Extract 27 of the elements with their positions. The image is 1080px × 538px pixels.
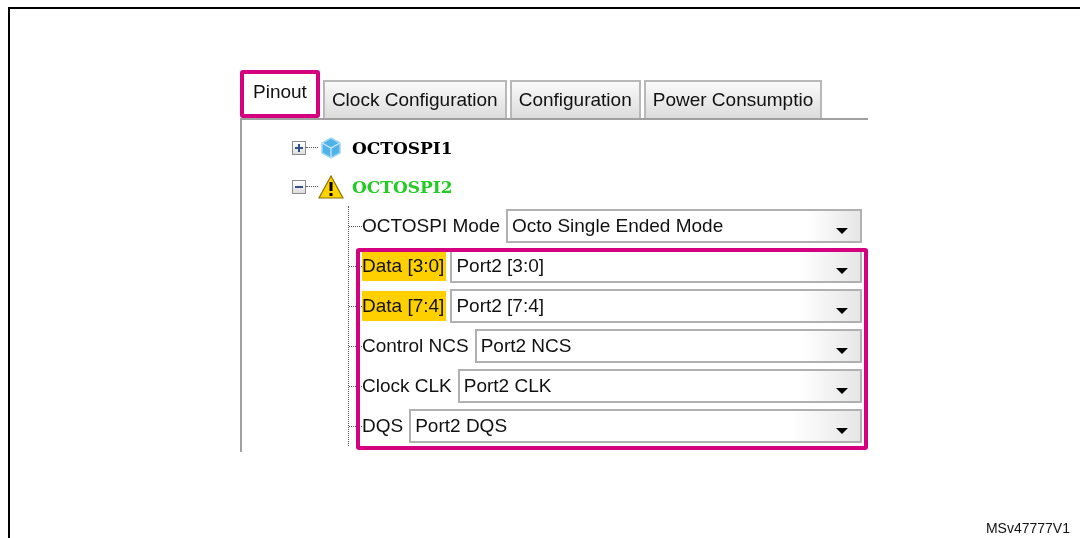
dropdown[interactable]: Port2 NCS <box>474 329 862 363</box>
dropdown[interactable]: Octo Single Ended Mode <box>506 209 862 243</box>
setting-label: DQS <box>362 414 405 438</box>
setting-label: OCTOSPI Mode <box>362 214 501 238</box>
setting-label: Data [7:4] <box>362 291 447 321</box>
collapse-icon[interactable] <box>292 179 306 194</box>
warning-icon <box>318 173 344 200</box>
setting-label: Control NCS <box>362 334 470 358</box>
tab[interactable]: Configuration <box>509 80 641 118</box>
caret-icon <box>836 348 848 354</box>
dropdown[interactable]: Port2 DQS <box>409 409 862 443</box>
tree-item[interactable]: OCTOSPI1 <box>352 137 453 158</box>
figure-id: MSv47777V1 <box>985 520 1070 536</box>
setting-label: Data [3:0] <box>362 251 447 281</box>
dropdown[interactable]: Port2 CLK <box>457 369 862 403</box>
caret-icon <box>836 228 848 234</box>
caret-icon <box>836 268 848 274</box>
caret-icon <box>836 308 848 314</box>
cube-icon <box>318 134 344 161</box>
expand-icon[interactable] <box>292 140 306 155</box>
caret-icon <box>836 388 848 394</box>
tab[interactable]: Pinout <box>240 70 320 118</box>
caret-icon <box>836 428 848 434</box>
tab[interactable]: Clock Configuration <box>322 80 507 118</box>
tab[interactable]: Power Consumptio <box>643 80 823 118</box>
setting-label: Clock CLK <box>362 374 453 398</box>
dropdown[interactable]: Port2 [7:4] <box>450 289 862 323</box>
